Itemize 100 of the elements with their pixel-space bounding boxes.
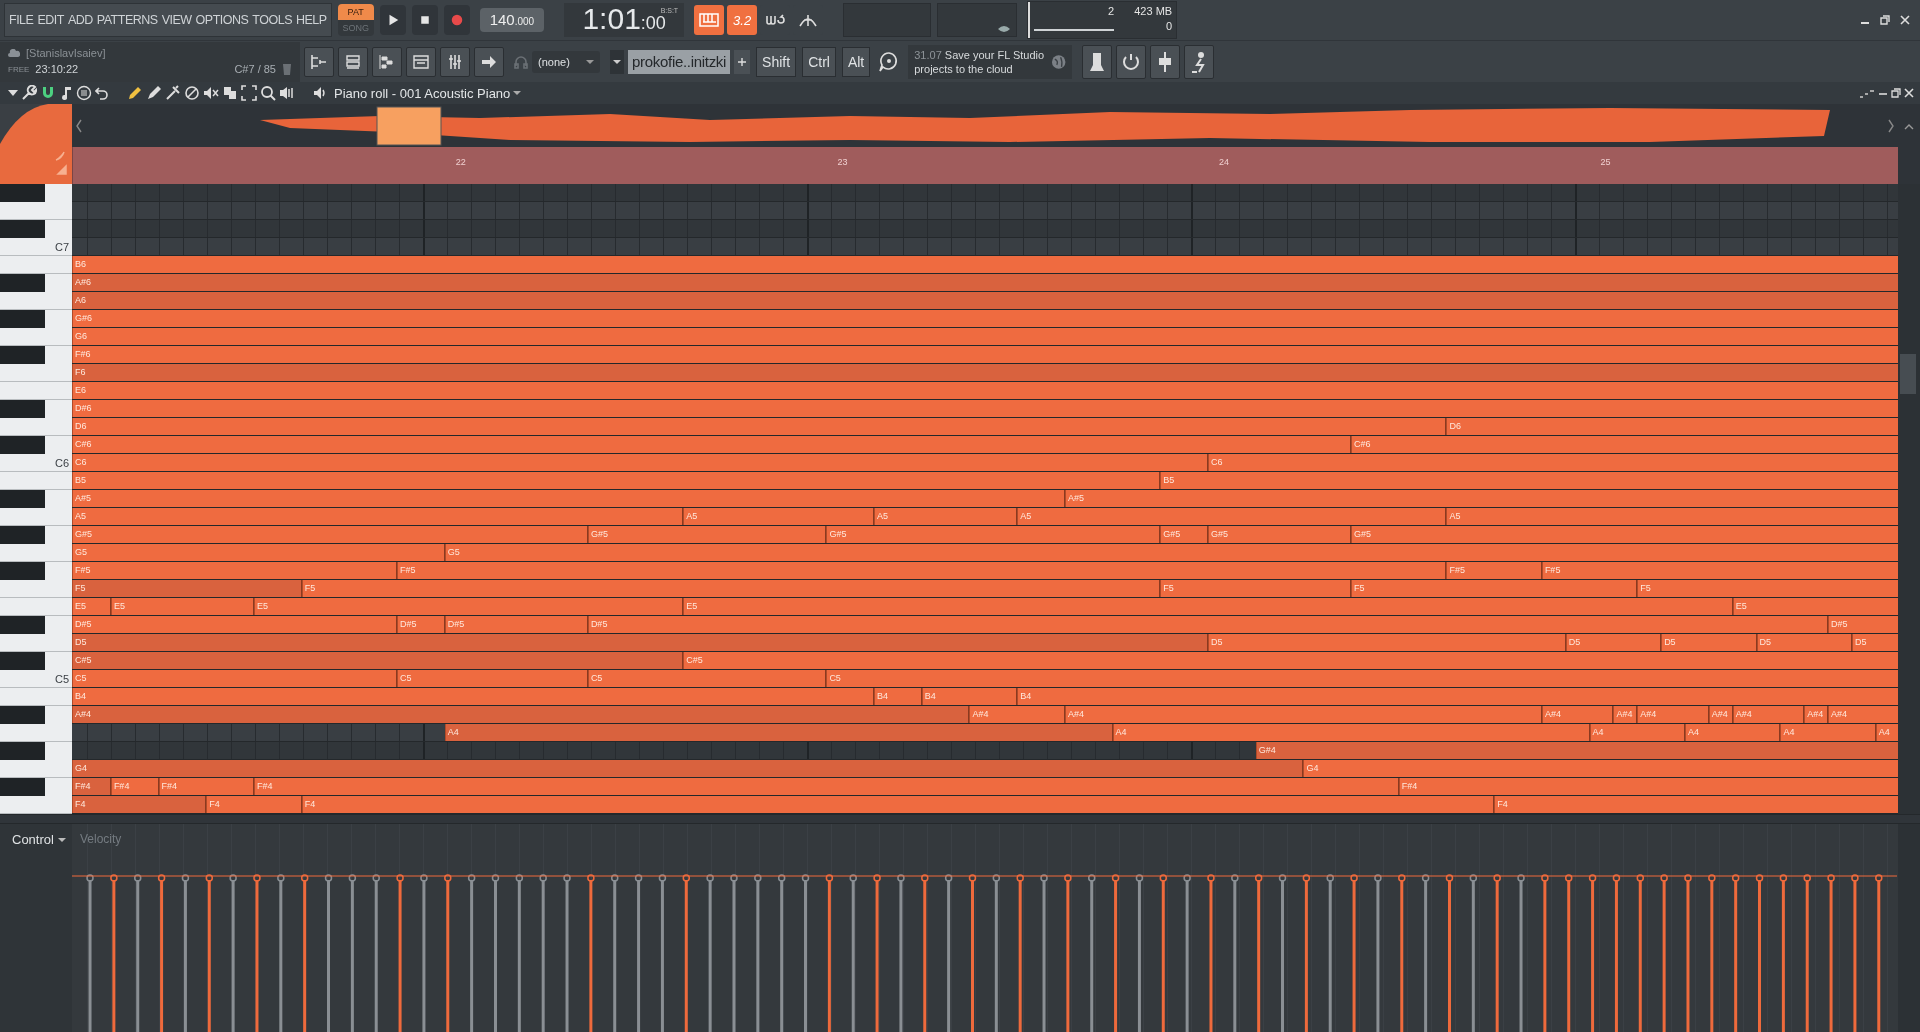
pattern-selector[interactable]: prokofie..initzki (628, 49, 731, 74)
pattern-menu-button[interactable] (610, 49, 624, 74)
note[interactable]: D#5 (72, 616, 398, 633)
note[interactable]: B4 (921, 688, 1018, 705)
note[interactable]: D#5 (397, 616, 445, 633)
note[interactable]: F#4 (1398, 778, 1898, 795)
note[interactable]: F4 (1494, 796, 1898, 813)
channel-dropdown[interactable]: (none) (532, 50, 600, 73)
play-button[interactable] (379, 5, 406, 35)
menu-item[interactable]: PATTERNS (96, 13, 158, 27)
note-icon[interactable] (59, 85, 73, 101)
note[interactable]: E5 (1732, 598, 1898, 615)
note[interactable]: G#5 (1351, 526, 1898, 543)
delete-icon[interactable] (184, 85, 200, 101)
note[interactable]: A#4 (1732, 706, 1805, 723)
note[interactable]: C#6 (1351, 436, 1898, 453)
note[interactable]: D5 (1207, 634, 1566, 651)
countdown-toggle[interactable]: 3.2 (727, 5, 758, 35)
note[interactable]: E5 (253, 598, 684, 615)
note[interactable]: G#4 (1255, 742, 1898, 759)
note[interactable]: F4 (206, 796, 302, 813)
note[interactable]: C5 (72, 670, 398, 687)
keyboard-toggle[interactable] (694, 5, 725, 35)
pencil-icon[interactable] (127, 85, 143, 101)
playlist-button[interactable] (304, 46, 334, 77)
menu-item[interactable]: ADD (67, 13, 93, 27)
note[interactable]: F5 (1637, 580, 1898, 597)
note[interactable]: A5 (874, 508, 1018, 525)
note[interactable]: A4 (1875, 724, 1898, 741)
note[interactable]: A5 (683, 508, 875, 525)
modifier-key-button[interactable]: Shift (756, 46, 797, 77)
note[interactable]: A5 (1017, 508, 1447, 525)
zoom-icon[interactable] (260, 85, 276, 101)
channel-rack-button[interactable] (338, 46, 368, 77)
note[interactable]: G#6 (72, 310, 1898, 327)
menu-item[interactable]: EDIT (37, 13, 64, 27)
note[interactable]: E5 (72, 598, 111, 615)
restore-icon[interactable] (1891, 88, 1901, 98)
close-icon[interactable] (1904, 88, 1914, 98)
note[interactable]: F#4 (253, 778, 1399, 795)
select-icon[interactable] (241, 85, 257, 101)
note[interactable]: F5 (301, 580, 1161, 597)
note[interactable]: B6 (72, 256, 1898, 273)
note[interactable]: C#5 (72, 652, 684, 669)
plugin-button[interactable] (1082, 44, 1113, 79)
note[interactable]: G4 (72, 760, 1304, 777)
note[interactable]: G5 (444, 544, 1898, 561)
snap-icon[interactable] (1859, 88, 1875, 98)
restore-icon[interactable] (1880, 15, 1890, 25)
note[interactable]: A6 (72, 292, 1898, 309)
note[interactable]: F#6 (72, 346, 1898, 363)
magnet-icon[interactable] (40, 85, 56, 101)
note[interactable]: A#4 (1828, 706, 1898, 723)
note[interactable]: D5 (1565, 634, 1662, 651)
note[interactable]: D6 (1446, 418, 1898, 435)
note[interactable]: D5 (1851, 634, 1898, 651)
note[interactable]: F#5 (1541, 562, 1898, 579)
piano-roll-button[interactable] (372, 46, 402, 77)
event-lane[interactable]: Velocity (72, 824, 1898, 1032)
menu-item[interactable]: TOOLS (252, 13, 292, 27)
note[interactable]: G5 (72, 544, 445, 561)
note[interactable]: F6 (72, 364, 1898, 381)
note[interactable]: B5 (72, 472, 1161, 489)
mode-toggle[interactable]: PAT (337, 4, 374, 20)
note[interactable]: D5 (1756, 634, 1852, 651)
mute-icon[interactable] (203, 85, 219, 101)
note[interactable]: F#5 (397, 562, 1447, 579)
note[interactable]: F5 (72, 580, 302, 597)
note[interactable]: F#4 (158, 778, 254, 795)
arrow-button[interactable] (474, 46, 504, 77)
note[interactable]: G6 (72, 328, 1898, 345)
stop-button[interactable] (411, 5, 438, 35)
note[interactable]: B4 (1017, 688, 1898, 705)
note[interactable]: F#5 (1446, 562, 1542, 579)
note[interactable]: A#6 (72, 274, 1898, 291)
eye-icon[interactable] (998, 25, 1011, 33)
note[interactable]: D5 (1661, 634, 1757, 651)
note[interactable]: E5 (683, 598, 1733, 615)
note-grid[interactable] (72, 184, 1898, 814)
note[interactable]: C6 (72, 454, 1208, 471)
note[interactable]: G#5 (826, 526, 1161, 543)
list-circle-icon[interactable] (76, 85, 92, 101)
menu-item[interactable]: VIEW (161, 13, 192, 27)
note[interactable]: D#5 (1828, 616, 1898, 633)
close-icon[interactable] (1900, 15, 1910, 25)
note[interactable]: F4 (301, 796, 1495, 813)
note[interactable]: A#4 (1708, 706, 1733, 723)
note[interactable]: F5 (1351, 580, 1638, 597)
note[interactable]: G4 (1303, 760, 1898, 777)
figure-button[interactable] (1184, 44, 1215, 79)
window-title[interactable]: Piano roll - 001 Acoustic Piano (334, 85, 511, 101)
note[interactable]: A#5 (1064, 490, 1898, 507)
note[interactable]: A5 (72, 508, 684, 525)
menu-item[interactable]: HELP (296, 13, 327, 27)
fader-button[interactable] (1150, 44, 1181, 79)
note[interactable]: A#5 (72, 490, 1065, 507)
tempo-field[interactable]: 140.000 (479, 8, 545, 32)
menu-arrow-icon[interactable] (8, 89, 18, 97)
note[interactable]: C6 (1207, 454, 1898, 471)
news-panel[interactable]: 31.07 Save your FL Studio projects to the cloud (908, 44, 1073, 79)
